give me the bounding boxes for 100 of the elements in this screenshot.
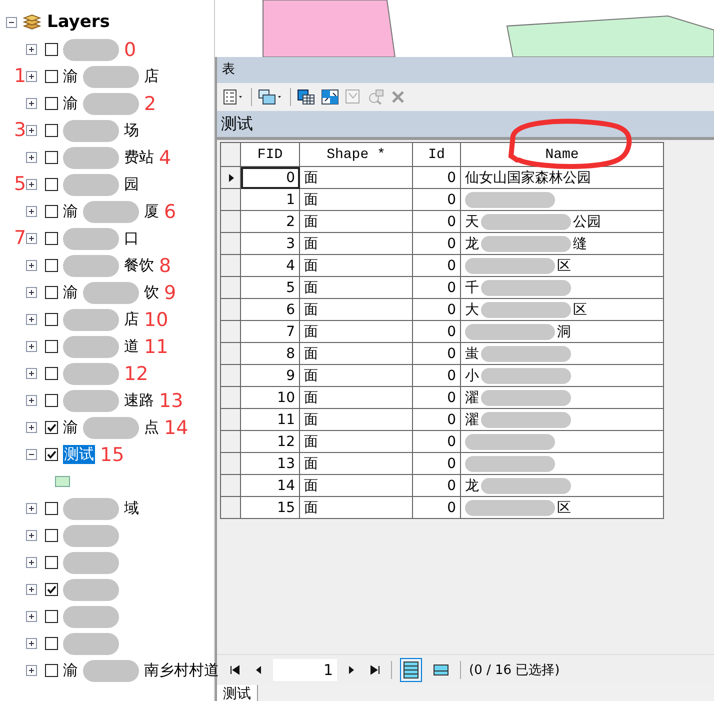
layer-name[interactable]: 场 <box>124 121 139 140</box>
layer-checkbox[interactable] <box>45 313 58 326</box>
layer-checkbox[interactable] <box>45 178 58 191</box>
table-options-icon[interactable] <box>223 89 245 105</box>
layer-name[interactable]: 费站 <box>124 148 154 167</box>
collapse-icon[interactable] <box>6 16 17 28</box>
layer-checkbox[interactable] <box>45 367 58 380</box>
expand-icon[interactable] <box>26 503 37 514</box>
layer-name[interactable]: 速路 <box>124 391 154 410</box>
layer-checkbox[interactable] <box>45 259 58 272</box>
layer-name[interactable]: 店 <box>124 310 139 329</box>
layer-name[interactable]: 渝 <box>63 67 78 86</box>
layer-name[interactable]: 园 <box>124 175 139 194</box>
layer-checkbox[interactable] <box>45 340 58 353</box>
layers-icon <box>23 14 41 30</box>
table-cell: 7 <box>240 320 300 342</box>
related-tables-icon[interactable] <box>258 89 284 105</box>
expand-icon[interactable] <box>26 341 37 352</box>
layer-name[interactable]: 饮 <box>144 283 159 302</box>
expand-icon[interactable] <box>26 395 37 406</box>
expand-icon[interactable] <box>26 638 37 649</box>
layer-name[interactable]: 南乡村村道 <box>144 661 219 680</box>
annotation-number: 13 <box>159 390 184 412</box>
expand-icon[interactable] <box>26 260 37 271</box>
column-header[interactable]: Shape * <box>300 142 412 166</box>
expand-icon[interactable] <box>26 557 37 568</box>
expand-icon[interactable] <box>26 422 37 433</box>
expand-icon[interactable] <box>26 314 37 325</box>
layer-checkbox[interactable] <box>45 529 58 542</box>
layer-checkbox[interactable] <box>45 421 58 434</box>
layer-name[interactable]: 餐饮 <box>124 256 154 275</box>
layer-checkbox[interactable] <box>45 583 58 596</box>
expand-icon[interactable] <box>26 368 37 379</box>
expand-icon[interactable] <box>26 152 37 163</box>
layer-name[interactable]: 口 <box>124 229 139 248</box>
table-cell: 面 <box>300 430 412 452</box>
layer-name[interactable]: 道 <box>124 337 139 356</box>
layer-checkbox[interactable] <box>45 232 58 245</box>
layer-name[interactable]: 点 <box>144 418 159 437</box>
layer-name[interactable]: 渝 <box>63 202 78 221</box>
table-cell-text: 洞 <box>557 322 571 340</box>
table-cell: 面 <box>300 166 412 188</box>
expand-icon[interactable] <box>26 584 37 595</box>
layer-checkbox[interactable] <box>45 664 58 677</box>
annotation-number: 10 <box>144 308 168 330</box>
layer-checkbox[interactable] <box>45 610 58 623</box>
record-number-field[interactable]: 1 <box>273 659 337 681</box>
expand-icon[interactable] <box>26 179 37 190</box>
layer-name[interactable]: 渝 <box>63 418 78 437</box>
layer-checkbox[interactable] <box>45 448 58 461</box>
layer-checkbox[interactable] <box>45 151 58 164</box>
layer-checkbox[interactable] <box>45 286 58 299</box>
layer-name[interactable]: 渝 <box>63 94 78 113</box>
layer-checkbox[interactable] <box>45 124 58 137</box>
layer-checkbox[interactable] <box>45 70 58 83</box>
layer-checkbox[interactable] <box>45 97 58 110</box>
expand-icon[interactable] <box>26 611 37 622</box>
layer-name[interactable]: 域 <box>124 499 139 518</box>
table-cell-text: 天 <box>465 212 479 230</box>
layer-name[interactable]: 渝 <box>63 283 78 302</box>
expand-icon[interactable] <box>26 125 37 136</box>
expand-icon[interactable] <box>26 665 37 676</box>
expand-icon[interactable] <box>26 98 37 109</box>
table-cell-text: 区 <box>573 300 587 318</box>
expand-icon[interactable] <box>26 530 37 541</box>
layer-name[interactable]: 厦 <box>144 202 159 221</box>
row-selector[interactable] <box>220 166 240 188</box>
layer-checkbox[interactable] <box>45 556 58 569</box>
expand-icon[interactable] <box>26 233 37 244</box>
column-header[interactable]: FID <box>240 142 300 166</box>
layer-checkbox[interactable] <box>45 394 58 407</box>
table-cell: 面 <box>300 474 412 496</box>
show-all-records-icon[interactable] <box>400 658 422 682</box>
table-tab[interactable]: 测试 <box>217 685 258 701</box>
table-cell: 0 <box>240 166 300 188</box>
table-cell: 面 <box>300 342 412 364</box>
layer-checkbox[interactable] <box>45 205 58 218</box>
expand-icon[interactable] <box>26 71 37 82</box>
collapse-icon[interactable] <box>26 449 37 460</box>
annotation-number: 7 <box>14 227 26 249</box>
annotation-number: 5 <box>14 173 26 195</box>
layer-name[interactable]: 店 <box>144 67 159 86</box>
switch-selection-icon[interactable] <box>321 89 339 105</box>
annotation-number: 12 <box>124 362 148 384</box>
layer-name[interactable]: 渝 <box>63 661 78 680</box>
annotation-number: 15 <box>100 444 124 466</box>
annotation-number: 4 <box>159 146 172 168</box>
expand-icon[interactable] <box>26 44 37 55</box>
table-cell-text: 公园 <box>573 212 601 230</box>
table-cell: 6 <box>240 298 300 320</box>
layer-checkbox[interactable] <box>45 43 58 56</box>
expand-icon[interactable] <box>26 206 37 217</box>
column-header[interactable]: Id <box>412 142 460 166</box>
layer-name[interactable]: 测试 <box>63 445 95 464</box>
layer-checkbox[interactable] <box>45 502 58 515</box>
expand-icon[interactable] <box>26 287 37 298</box>
table-cell: 0 <box>412 320 460 342</box>
select-by-attributes-icon[interactable] <box>297 89 315 105</box>
layer-checkbox[interactable] <box>45 637 58 650</box>
table-cell: 面 <box>300 188 412 210</box>
